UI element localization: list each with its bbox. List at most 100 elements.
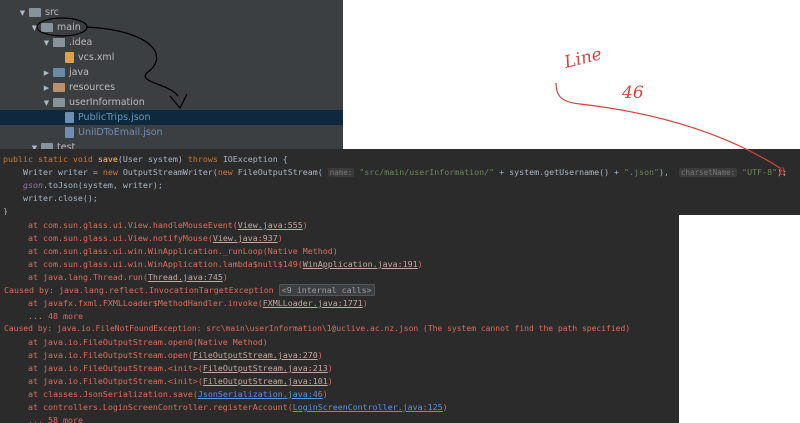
code-text: ), bbox=[659, 167, 679, 177]
stack-line: at controllers.LoginScreenController.reg… bbox=[28, 402, 448, 414]
tree-item[interactable]: PublicTrips.json bbox=[0, 110, 343, 125]
project-tree-panel: ▼ src ▼ main ▼ .idea vcs.xml ▶ java ▶ resources ▼ us… bbox=[0, 0, 343, 150]
tree-item[interactable]: UniIDToEmail.json bbox=[0, 125, 343, 140]
resources-folder-icon bbox=[53, 83, 65, 92]
parameter-hint-charset: charsetName: bbox=[679, 168, 738, 177]
tree-item-label: UniIDToEmail.json bbox=[78, 127, 163, 138]
folder-icon bbox=[29, 8, 41, 17]
stack-text: ) bbox=[302, 220, 308, 230]
tree-item-label: userInformation bbox=[69, 97, 145, 108]
code-text: .toJson(system, writer); bbox=[42, 180, 163, 190]
annotation-text-line: Line bbox=[561, 44, 603, 73]
source-link[interactable]: View.java:937 bbox=[213, 233, 278, 243]
stack-line: at java.lang.Thread.run(Thread.java:745) bbox=[28, 272, 228, 284]
code-line-1: public static void save(User system) thr… bbox=[3, 154, 288, 166]
code-text: ); bbox=[777, 167, 788, 177]
stack-text: at java.io.FileOutputStream.<init>( bbox=[28, 363, 203, 373]
source-link[interactable]: FileOutputStream.java:101 bbox=[203, 376, 328, 386]
stack-text: ) bbox=[327, 363, 333, 373]
code-text: IOException { bbox=[222, 154, 288, 164]
collapse-arrow-icon[interactable]: ▶ bbox=[42, 84, 51, 92]
code-text: OutputStreamWriter( bbox=[122, 167, 218, 177]
stack-text: ) bbox=[362, 298, 368, 308]
stack-text: ) bbox=[327, 376, 333, 386]
tree-item-label: resources bbox=[69, 82, 116, 93]
stack-text: at controllers.LoginScreenController.reg… bbox=[28, 402, 293, 412]
stack-text: at classes.JsonSerialization.save( bbox=[28, 389, 198, 399]
stack-text: ) bbox=[442, 402, 448, 412]
stack-text: ) bbox=[277, 233, 283, 243]
stack-line: at javafx.fxml.FXMLLoader$MethodHandler.… bbox=[28, 298, 368, 310]
keyword: throws bbox=[187, 154, 223, 164]
tree-item-label: vcs.xml bbox=[78, 52, 115, 63]
stack-line: at com.sun.glass.ui.win.WinApplication.l… bbox=[28, 259, 423, 271]
code-line-4: writer.close(); bbox=[3, 193, 98, 203]
tree-item-label: .idea bbox=[69, 37, 93, 48]
source-link[interactable]: FileOutputStream.java:213 bbox=[203, 363, 328, 373]
more-line: ... 58 more bbox=[28, 415, 83, 423]
stack-line: at java.io.FileOutputStream.open(FileOut… bbox=[28, 350, 323, 362]
parameter-hint-name: name: bbox=[327, 168, 355, 177]
method-name: save bbox=[97, 154, 118, 164]
folder-icon bbox=[41, 23, 53, 32]
stack-line: at com.sun.glass.ui.View.handleMouseEven… bbox=[28, 220, 308, 232]
expand-arrow-icon[interactable]: ▼ bbox=[42, 39, 51, 47]
tree-item[interactable]: ▶ resources bbox=[0, 80, 343, 95]
stack-text: at com.sun.glass.ui.win.WinApplication.l… bbox=[28, 259, 303, 269]
annotation-text-number: 46 bbox=[621, 83, 644, 103]
expand-arrow-icon[interactable]: ▼ bbox=[18, 9, 27, 17]
tree-item[interactable]: ▼ userInformation bbox=[0, 95, 343, 110]
source-link[interactable]: LoginScreenController.java:125 bbox=[293, 402, 443, 412]
source-link[interactable]: JsonSerialization.java:46 bbox=[198, 389, 323, 399]
xml-file-icon bbox=[65, 52, 74, 63]
source-link[interactable]: FileOutputStream.java:270 bbox=[193, 350, 318, 360]
stack-text: ) bbox=[317, 350, 323, 360]
stack-text: ) bbox=[222, 272, 228, 282]
console-output[interactable]: at com.sun.glass.ui.View.handleMouseEven… bbox=[0, 215, 679, 423]
source-link[interactable]: WinApplication.java:191 bbox=[303, 259, 418, 269]
caused-by-line: Caused by: java.io.FileNotFoundException… bbox=[4, 324, 631, 333]
keyword: new bbox=[102, 167, 123, 177]
code-line-2: Writer writer = new OutputStreamWriter( n… bbox=[3, 167, 787, 179]
tree-item[interactable]: vcs.xml bbox=[0, 50, 343, 65]
collapse-arrow-icon[interactable]: ▶ bbox=[42, 69, 51, 77]
stack-text: ) bbox=[322, 389, 328, 399]
source-folder-icon bbox=[53, 68, 65, 77]
tree-item[interactable]: ▶ java bbox=[0, 65, 343, 80]
internal-calls-fold[interactable]: <9 internal calls> bbox=[278, 284, 375, 296]
tree-item-label: main bbox=[57, 22, 81, 33]
folder-icon bbox=[53, 38, 65, 47]
source-link[interactable]: View.java:555 bbox=[238, 220, 303, 230]
code-editor[interactable]: public static void save(User system) thr… bbox=[0, 149, 800, 215]
stack-line: at com.sun.glass.ui.win.WinApplication._… bbox=[28, 246, 338, 256]
tree-item[interactable]: ▼ main bbox=[0, 20, 343, 35]
field-name: gson bbox=[3, 180, 43, 190]
stack-line: at classes.JsonSerialization.save(JsonSe… bbox=[28, 389, 328, 401]
code-text: (User system) bbox=[117, 154, 188, 164]
stack-text: at javafx.fxml.FXMLLoader$MethodHandler.… bbox=[28, 298, 263, 308]
folder-icon bbox=[53, 98, 65, 107]
stack-text: ) bbox=[417, 259, 423, 269]
string-literal: ".json" bbox=[624, 167, 660, 177]
source-link[interactable]: Thread.java:745 bbox=[148, 272, 223, 282]
expand-arrow-icon[interactable]: ▼ bbox=[42, 99, 51, 107]
code-line-5: } bbox=[3, 206, 8, 215]
source-link[interactable]: FXMLLoader.java:1771 bbox=[263, 298, 363, 308]
stack-text: at java.io.FileOutputStream.open( bbox=[28, 350, 193, 360]
caused-by-line: Caused by: java.lang.reflect.InvocationT… bbox=[4, 284, 375, 297]
stack-text: at com.sun.glass.ui.View.notifyMouse( bbox=[28, 233, 213, 243]
string-literal: "UTF-8" bbox=[737, 167, 778, 177]
stack-text: Caused by: java.lang.reflect.InvocationT… bbox=[4, 285, 279, 295]
stack-text: at com.sun.glass.ui.View.handleMouseEven… bbox=[28, 220, 238, 230]
tree-item-label: src bbox=[45, 7, 59, 18]
tree-item[interactable]: ▼ .idea bbox=[0, 35, 343, 50]
code-line-3: gson.toJson(system, writer); bbox=[3, 180, 163, 192]
json-file-icon bbox=[65, 112, 74, 123]
stack-text: at java.io.FileOutputStream.<init>( bbox=[28, 376, 203, 386]
stack-text: at java.lang.Thread.run( bbox=[28, 272, 148, 282]
tree-item[interactable]: ▼ src bbox=[0, 5, 343, 20]
code-text: Writer writer = bbox=[3, 167, 103, 177]
expand-arrow-icon[interactable]: ▼ bbox=[30, 24, 39, 32]
tree-item-label: java bbox=[69, 67, 89, 78]
stack-line: at java.io.FileOutputStream.open0(Native… bbox=[28, 337, 268, 347]
